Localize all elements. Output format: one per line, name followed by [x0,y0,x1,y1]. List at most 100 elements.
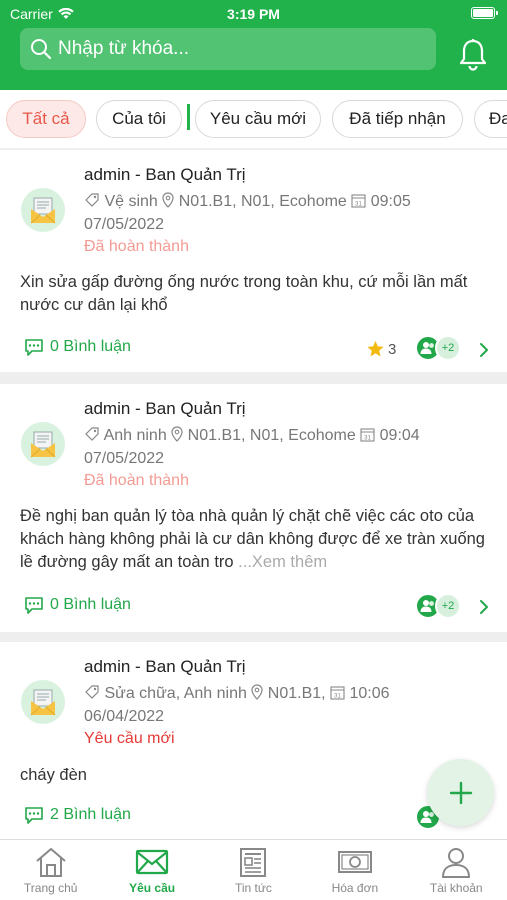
app-header: Carrier 3:19 PM [0,0,507,90]
nav-account-label: Tài khoản [429,881,483,895]
request-category: Sửa chữa, Anh ninh [104,685,247,702]
nav-news[interactable]: Tin tức [203,840,304,900]
svg-text:31: 31 [355,202,362,208]
author-name: admin - Ban Quản Trị [84,399,246,418]
location-pin-icon [251,684,263,700]
comment-icon [25,807,43,824]
request-content: cháy đèn [20,764,490,787]
bell-icon [459,39,487,71]
location-pin-icon [171,426,183,442]
tag-icon [85,685,99,699]
newspaper-icon [240,848,267,877]
nav-requests[interactable]: Yêu cầu [101,840,202,900]
request-location: N01.B1, N01, Ecohome [187,427,356,444]
request-time: 09:05 [370,193,411,210]
rating-value: 3 [388,340,397,358]
request-location: N01.B1, N01, Ecohome [178,193,347,210]
filter-tabs: Tất cả Của tôi Yêu cầu mới Đã tiếp nhận … [0,90,507,148]
location-pin-icon [162,192,174,208]
search-box[interactable] [20,28,436,70]
rating: 3 [366,340,396,358]
nav-home[interactable]: Trang chủ [0,840,101,900]
nav-home-label: Trang chủ [23,881,78,895]
bottom-navigation: Trang chủ Yêu cầu Tin tức Hóa đơn Tài kh… [0,839,507,900]
nav-invoices[interactable]: Hóa đơn [304,840,405,900]
svg-text:31: 31 [364,436,371,442]
calendar-icon: 31 [330,686,345,700]
request-avatar [21,680,65,724]
search-icon [31,39,52,60]
comments-link[interactable]: 0 Bình luận [24,338,131,356]
status-badge: Đã hoàn thành [84,238,189,255]
author-name: admin - Ban Quản Trị [84,165,246,184]
user-icon [442,848,471,878]
letter-icon [30,431,56,458]
status-badge: Yêu cầu mới [84,730,175,747]
status-bar: Carrier 3:19 PM [0,0,507,28]
comments-count: 0 Bình luận [50,596,131,613]
request-text: cháy đèn [20,766,87,784]
comment-icon [25,597,43,614]
assignee-group[interactable]: +2 [415,593,461,619]
request-time: 10:06 [349,685,390,702]
chevron-right-icon[interactable] [479,342,489,358]
nav-invoices-label: Hóa đơn [331,881,379,895]
nav-requests-label: Yêu cầu [129,881,176,895]
tag-icon [85,193,99,207]
tab-all[interactable]: Tất cả [6,100,86,138]
request-avatar [21,188,65,232]
request-category: Anh ninh [103,427,167,444]
request-date: 06/04/2022 [84,708,165,725]
comments-link[interactable]: 2 Bình luận [24,806,131,824]
request-text: Xin sửa gấp đường ống nước trong toàn kh… [20,273,468,314]
mail-icon [135,849,169,875]
request-meta: Anh ninh N01.B1, N01, Ecohome 31 09:04 0… [84,424,484,470]
comments-count: 0 Bình luận [50,338,131,355]
assignee-group[interactable]: +2 [415,335,461,361]
request-date: 07/05/2022 [84,216,165,233]
request-card[interactable]: admin - Ban Quản Trị Anh ninh N01.B1, N0… [0,384,507,632]
search-input[interactable] [58,38,418,60]
tab-mine[interactable]: Của tôi [96,100,182,138]
author-name: admin - Ban Quản Trị [84,657,246,676]
nav-account[interactable]: Tài khoản [406,840,507,900]
request-meta: Sửa chữa, Anh ninh N01.B1, 31 10:06 06/0… [84,682,484,728]
request-time: 09:04 [379,427,420,444]
tab-divider [187,104,190,130]
request-avatar [21,422,65,466]
status-time: 3:19 PM [227,6,280,22]
money-icon [337,851,372,873]
request-category: Vệ sinh [104,193,158,210]
battery-icon [471,7,498,19]
assignee-count: +2 [435,335,461,361]
letter-icon [30,197,56,224]
star-icon [367,341,384,357]
calendar-icon: 31 [351,194,366,208]
request-location: N01.B1, [267,685,326,702]
calendar-icon: 31 [360,428,375,442]
plus-icon [449,781,472,804]
assignee-count: +2 [435,593,461,619]
users-icon [420,342,434,354]
see-more-link[interactable]: ...Xem thêm [238,553,327,571]
request-date: 07/05/2022 [84,450,165,467]
comment-icon [25,339,43,356]
request-content: Xin sửa gấp đường ống nước trong toàn kh… [20,271,490,317]
svg-text:31: 31 [334,694,341,700]
comments-count: 2 Bình luận [50,806,131,823]
chevron-right-icon[interactable] [479,599,489,615]
tab-new-requests[interactable]: Yêu cầu mới [195,100,321,138]
status-badge: Đã hoàn thành [84,472,189,489]
tab-received[interactable]: Đã tiếp nhận [332,100,463,138]
tag-icon [85,427,99,441]
comments-link[interactable]: 0 Bình luận [24,596,131,614]
tab-partial[interactable]: Đa [474,100,507,138]
nav-news-label: Tin tức [235,881,272,895]
request-content: Đề nghị ban quản lý tòa nhà quản lý chặt… [20,505,490,574]
notification-button[interactable] [458,38,488,77]
users-icon [420,600,434,612]
request-card[interactable]: admin - Ban Quản Trị Vệ sinh N01.B1, N01… [0,150,507,372]
home-icon [36,848,66,877]
letter-icon [30,689,56,716]
add-request-button[interactable] [427,759,494,826]
